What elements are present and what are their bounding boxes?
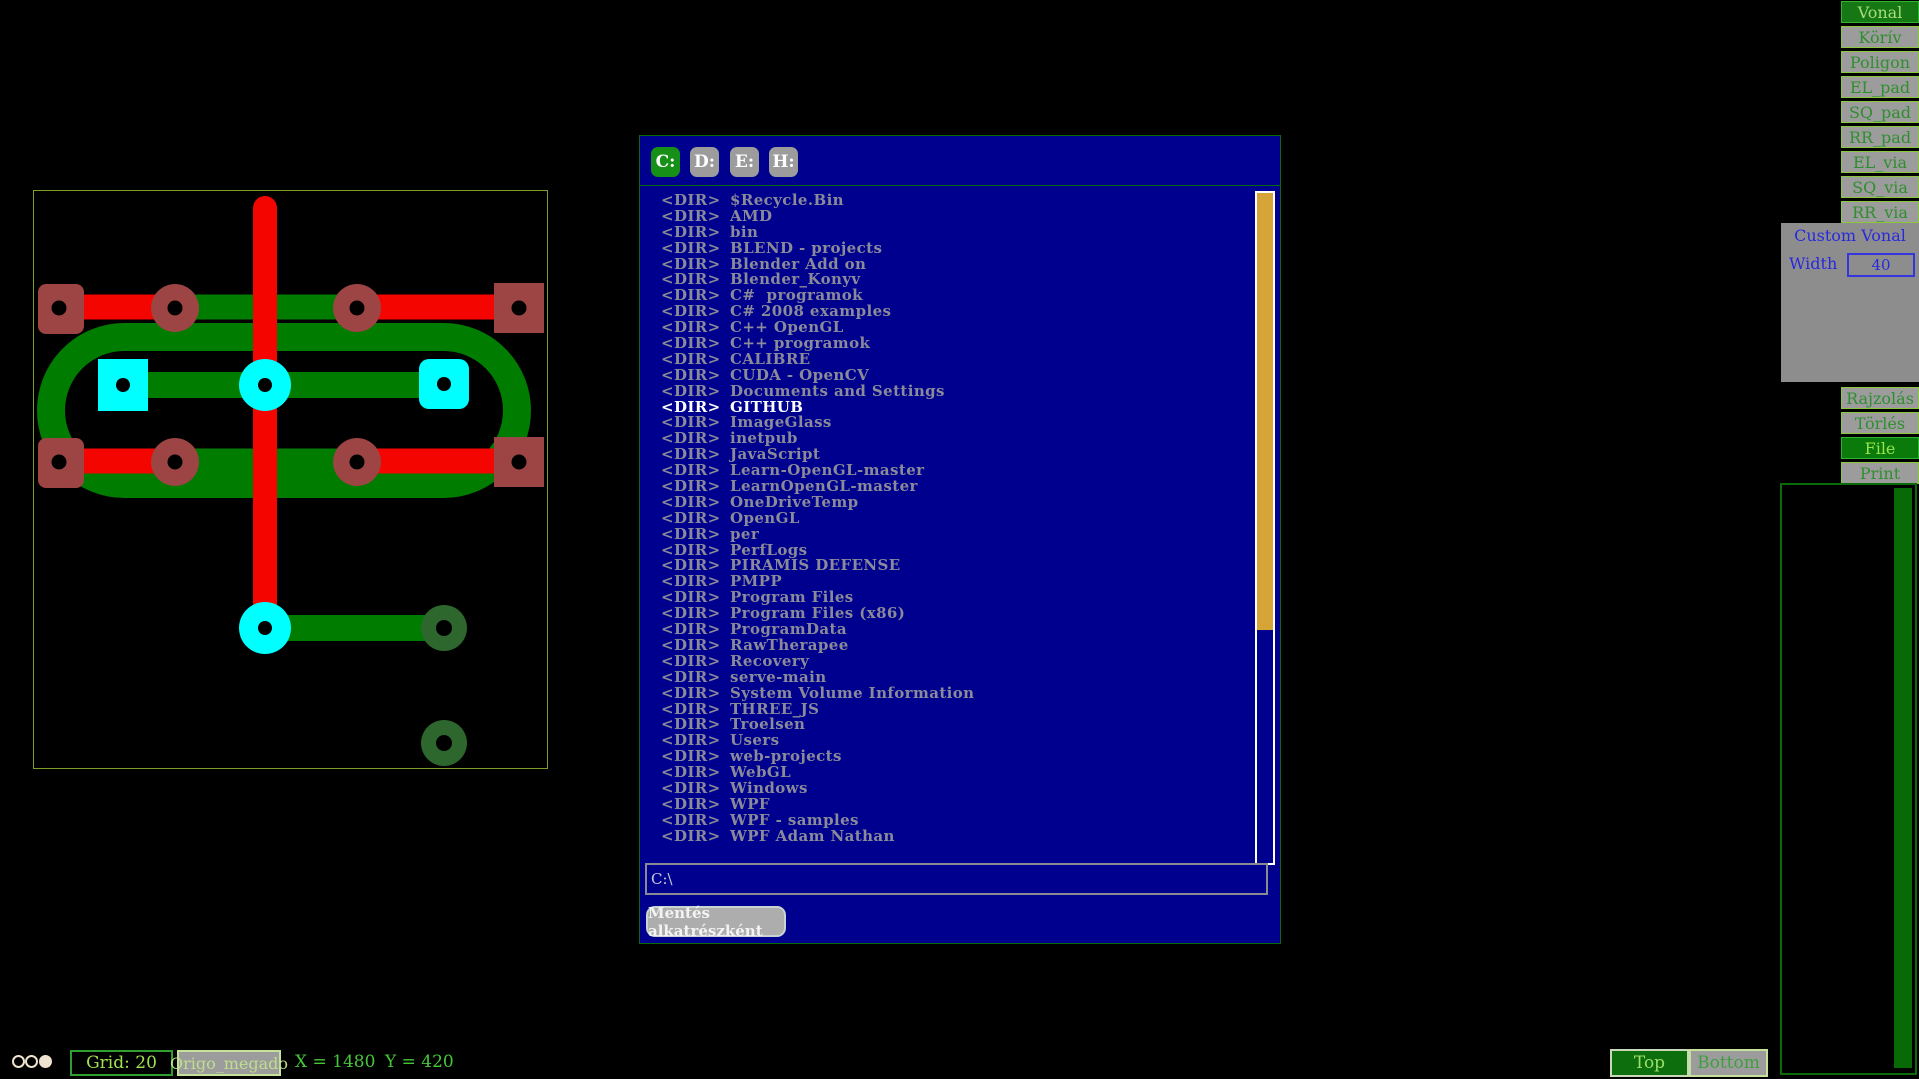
sidebar-button-el-via[interactable]: EL_via (1841, 151, 1919, 173)
sidebar-button-t-rl-s[interactable]: Törlés (1841, 412, 1919, 434)
pcb-artwork (34, 191, 547, 768)
path-input[interactable] (645, 863, 1268, 895)
sidebar-button-sq-pad[interactable]: SQ_pad (1841, 101, 1919, 123)
grid-indicator[interactable]: Grid: 20 (70, 1050, 173, 1076)
file-list-row[interactable]: <DIR>WPF Adam Nathan (640, 829, 1240, 845)
sidebar-button-rr-pad[interactable]: RR_pad (1841, 126, 1919, 148)
pcb-via-darkgreen-2[interactable] (421, 720, 467, 766)
pcb-pad-round-1[interactable] (151, 284, 199, 332)
sidebar-button-el-pad[interactable]: EL_pad (1841, 76, 1919, 98)
cursor-y-readout: Y = 420 (385, 1052, 454, 1072)
pcb-via-cyan-middle[interactable] (239, 359, 291, 411)
status-dot-1[interactable] (12, 1055, 25, 1068)
width-input[interactable] (1847, 253, 1915, 277)
file-dialog: C: D: E: H: <DIR>$Recycle.Bin<DIR>AMD<DIR>b… (639, 135, 1281, 944)
sidebar-button-print[interactable]: Print (1841, 462, 1919, 484)
width-label: Width (1789, 254, 1837, 273)
custom-vonal-title: Custom Vonal (1781, 226, 1919, 245)
drive-button-c[interactable]: C: (651, 147, 680, 177)
sidebar-button-rr-via[interactable]: RR_via (1841, 201, 1919, 223)
drive-bar: C: D: E: H: (640, 136, 1280, 186)
status-dot-3[interactable] (39, 1055, 52, 1068)
layer-top-button[interactable]: Top (1610, 1049, 1689, 1077)
layer-preview-panel (1780, 483, 1917, 1075)
pcb-via-darkgreen-1[interactable] (421, 605, 467, 651)
drive-button-h[interactable]: H: (769, 147, 798, 177)
pcb-pad-square-bottomright[interactable] (494, 437, 544, 487)
layer-bottom-button[interactable]: Bottom (1689, 1049, 1768, 1077)
pcb-pad-round-2[interactable] (333, 284, 381, 332)
pcb-via-cyan-bottom[interactable] (239, 602, 291, 654)
pcb-pad-cyan-left[interactable] (98, 359, 148, 411)
file-list: <DIR>$Recycle.Bin<DIR>AMD<DIR>bin<DIR>BL… (640, 193, 1240, 845)
pcb-editor-canvas[interactable] (33, 190, 548, 769)
sidebar-button-file[interactable]: File (1841, 437, 1919, 459)
sidebar-button-rajzol-s[interactable]: Rajzolás (1841, 387, 1919, 409)
sidebar-button-sq-via[interactable]: SQ_via (1841, 176, 1919, 198)
pcb-pad-square-topright[interactable] (494, 283, 544, 333)
directory-name: WPF Adam Nathan (730, 827, 895, 845)
scrollbar-thumb[interactable] (1257, 193, 1273, 630)
status-dot-2[interactable] (25, 1055, 38, 1068)
cursor-x-readout: X = 1480 (295, 1052, 375, 1072)
custom-vonal-panel: Custom Vonal Width (1781, 223, 1919, 382)
pcb-pad-square-bottomleft[interactable] (38, 438, 84, 488)
drive-button-e[interactable]: E: (730, 147, 759, 177)
pcb-pad-round-4[interactable] (333, 438, 381, 486)
tool-stack: Vonal Körív Poligon EL_pad SQ_pad RR_pad EL_vi… (1841, 1, 1919, 226)
dir-tag: <DIR> (661, 829, 730, 845)
drive-button-d[interactable]: D: (690, 147, 719, 177)
sidebar-button-vonal[interactable]: Vonal (1841, 1, 1919, 23)
save-as-component-button[interactable]: Mentés alkatrészként (646, 906, 786, 937)
origo-megado-button[interactable]: Origo_megado (177, 1050, 281, 1076)
sidebar-button-poligon[interactable]: Poligon (1841, 51, 1919, 73)
pcb-pad-round-3[interactable] (151, 438, 199, 486)
layer-preview-bar (1894, 488, 1912, 1068)
action-stack: Rajzolás Törlés File Print (1841, 387, 1919, 487)
file-list-scrollbar[interactable] (1255, 191, 1275, 865)
pcb-pad-cyan-right[interactable] (419, 359, 469, 409)
sidebar-button-k-r-v[interactable]: Körív (1841, 26, 1919, 48)
pcb-pad-square-topleft[interactable] (38, 284, 84, 334)
